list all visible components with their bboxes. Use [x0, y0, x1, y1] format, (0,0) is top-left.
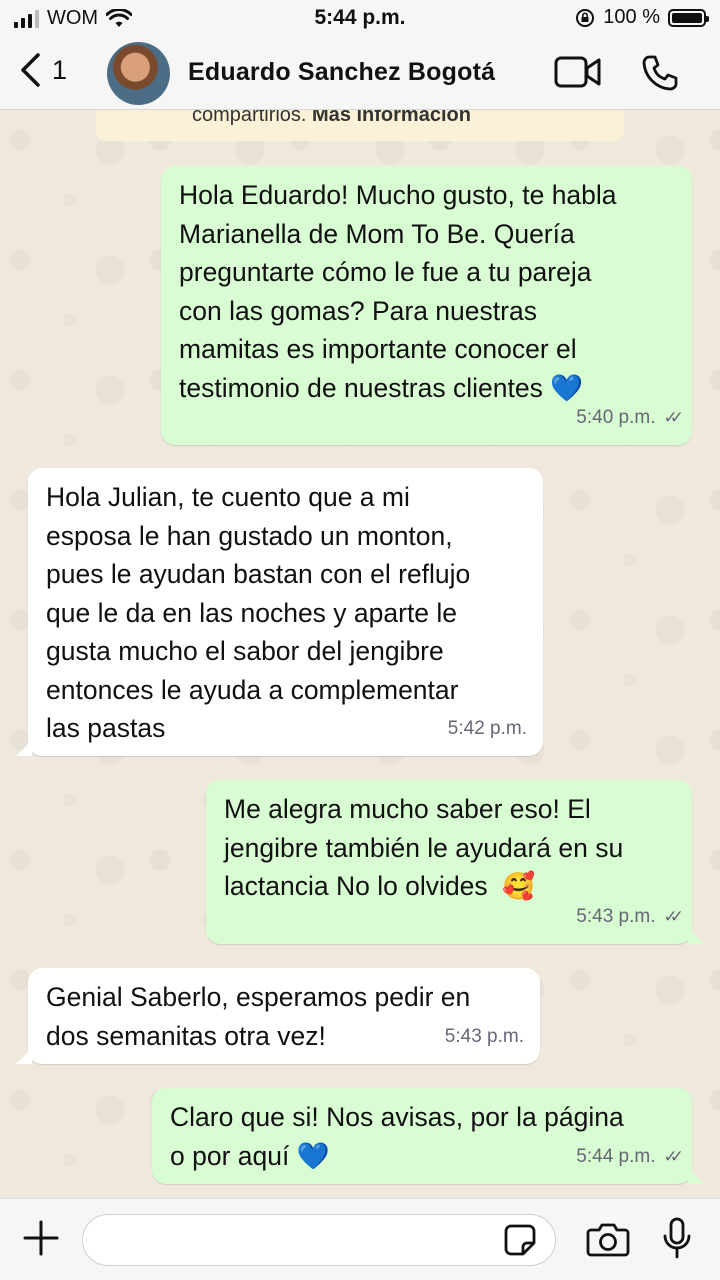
bubble-tail [688, 1168, 704, 1184]
message-time: 5:42 p.m. [447, 717, 527, 739]
camera-icon [586, 1223, 630, 1257]
video-call-button[interactable] [554, 55, 602, 94]
message-line: Marianella de Mom To Be. Quería [179, 218, 575, 249]
back-button[interactable]: 1 [18, 52, 67, 88]
bubble-tail [688, 928, 704, 944]
battery-icon [668, 8, 709, 27]
chevron-left-icon [21, 53, 40, 87]
double-check-icon: ✓✓ [663, 906, 684, 926]
message-line: pues le ayudan bastan con el reflujo [46, 559, 471, 589]
contact-name[interactable]: Eduardo Sanchez Bogotá [188, 58, 495, 87]
message-line: gusta mucho el sabor del jengibre [46, 636, 444, 666]
message-line: Hola Eduardo! Mucho gusto, te habla [179, 180, 617, 210]
message-bubble-outgoing[interactable]: Claro que si! Nos avisas, por la página … [152, 1088, 704, 1184]
message-meta: 5:40 p.m. ✓✓ [576, 399, 684, 438]
message-bubble-incoming[interactable]: Hola Julian, te cuento que a mi esposa l… [16, 468, 543, 756]
bubble-tail [16, 740, 32, 756]
message-line: con las gomas? Para nuestras [179, 295, 537, 326]
message-meta: 5:43 p.m. ✓✓ [576, 898, 684, 937]
message-line: Claro que si! Nos avisas, por la página [170, 1102, 624, 1132]
plus-icon [23, 1220, 59, 1256]
message-line: jengibre también le ayudará en su [224, 832, 624, 863]
message-line: que le da en las noches y aparte le [46, 597, 458, 628]
composer-bar [0, 1198, 720, 1280]
sticker-icon [504, 1224, 536, 1256]
attach-button[interactable] [22, 1219, 60, 1262]
voice-note-button[interactable] [662, 1217, 692, 1264]
avatar[interactable] [107, 42, 170, 105]
message-meta: 5:43 p.m. [445, 1018, 524, 1057]
message-line: mamitas es importante conocer el [179, 334, 577, 364]
camera-button[interactable] [586, 1221, 630, 1262]
message-meta: 5:42 p.m. [448, 710, 527, 749]
double-check-icon: ✓✓ [663, 407, 684, 427]
message-line: preguntarte cómo le fue a tu pareja [179, 257, 592, 287]
message-line: Genial Saberlo, esperamos pedir en [46, 982, 471, 1012]
message-input[interactable] [82, 1214, 556, 1266]
battery-percent: 100 % [603, 6, 660, 28]
message-line: Me alegra mucho saber eso! El [224, 794, 591, 824]
message-time: 5:43 p.m. [444, 1025, 524, 1047]
phone-icon [642, 55, 678, 91]
video-camera-icon [554, 56, 601, 88]
message-time: 5:44 p.m. [576, 1145, 656, 1167]
message-time: 5:43 p.m. [576, 905, 656, 927]
unread-count: 1 [52, 54, 68, 85]
orientation-lock-icon [576, 8, 595, 27]
chat-header: 1 Eduardo Sanchez Bogotá [0, 38, 720, 110]
sticker-button[interactable] [503, 1223, 537, 1262]
microphone-icon [663, 1217, 691, 1259]
status-bar: WOM 5:44 p.m. 100 % [0, 0, 720, 38]
message-line: Hola Julian, te cuento que a mi [46, 482, 410, 512]
message-time: 5:40 p.m. [576, 406, 656, 428]
message-bubble-incoming[interactable]: Genial Saberlo, esperamos pedir en dos s… [16, 968, 540, 1064]
message-meta: 5:44 p.m. ✓✓ [576, 1138, 684, 1177]
message-bubble-outgoing[interactable]: Me alegra mucho saber eso! El jengibre t… [206, 780, 704, 944]
double-check-icon: ✓✓ [663, 1146, 684, 1166]
bubble-tail [16, 1048, 32, 1064]
voice-call-button[interactable] [640, 53, 680, 98]
message-line: entonces le ayuda a complementar [46, 674, 459, 705]
status-right: 100 % [575, 6, 709, 29]
message-bubble-outgoing[interactable]: Hola Eduardo! Mucho gusto, te habla Mari… [161, 166, 692, 445]
message-line: esposa le han gustado un monton, [46, 520, 453, 551]
